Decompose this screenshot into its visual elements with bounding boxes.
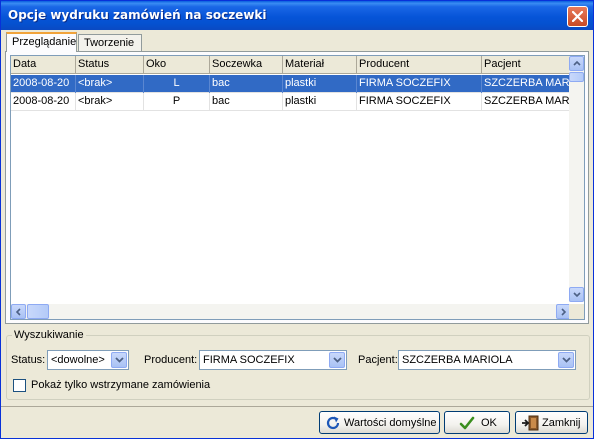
- cell-oko: P: [144, 93, 210, 111]
- producer-select-value: FIRMA SOCZEFIX: [203, 354, 295, 366]
- table-row[interactable]: 2008-08-20 <brak> L bac plastki FIRMA SO…: [11, 75, 571, 93]
- status-select[interactable]: <dowolne>: [47, 350, 129, 370]
- scroll-left-button[interactable]: [11, 304, 26, 319]
- column-header-oko[interactable]: Oko: [144, 56, 210, 74]
- close-button-label: Zamknij: [542, 417, 581, 429]
- column-header-pacjent[interactable]: Pacjent: [482, 56, 571, 74]
- vertical-scroll-thumb[interactable]: [569, 72, 584, 82]
- close-button[interactable]: Zamknij: [515, 411, 588, 434]
- grid-header: Data Status Oko Soczewka Materiał Produc…: [11, 56, 571, 74]
- tab-panel-przegladanie: Data Status Oko Soczewka Materiał Produc…: [5, 51, 589, 324]
- chevron-down-icon: [562, 357, 571, 363]
- search-group-label: Wyszukiwanie: [12, 329, 86, 341]
- scroll-down-button[interactable]: [569, 287, 584, 302]
- cell-producent: FIRMA SOCZEFIX: [357, 93, 482, 111]
- chevron-left-icon: [15, 308, 21, 316]
- scroll-up-button[interactable]: [569, 56, 584, 71]
- ok-button-label: OK: [481, 417, 497, 429]
- horizontal-scroll-thumb[interactable]: [27, 304, 49, 319]
- column-header-data[interactable]: Data: [11, 56, 76, 74]
- producer-dropdown-button[interactable]: [329, 352, 345, 368]
- scrollbar-corner: [569, 304, 584, 319]
- cell-status: <brak>: [76, 75, 144, 93]
- cell-soczewka: bac: [210, 93, 283, 111]
- cell-material: plastki: [283, 93, 357, 111]
- chevron-up-icon: [573, 60, 581, 66]
- cell-data: 2008-08-20: [11, 75, 76, 93]
- column-header-material[interactable]: Materiał: [283, 56, 357, 74]
- chevron-down-icon: [115, 357, 124, 363]
- cell-data: 2008-08-20: [11, 93, 76, 111]
- status-label: Status:: [11, 354, 46, 366]
- status-select-value: <dowolne>: [51, 354, 105, 366]
- search-group: Wyszukiwanie Status: <dowolne> Producent…: [6, 329, 590, 400]
- suspended-only-label[interactable]: Pokaż tylko wstrzymane zamówienia: [31, 379, 210, 391]
- table-row[interactable]: 2008-08-20 <brak> P bac plastki FIRMA SO…: [11, 93, 571, 111]
- patient-select-value: SZCZERBA MARIOLA: [402, 354, 513, 366]
- orders-grid[interactable]: Data Status Oko Soczewka Materiał Produc…: [10, 55, 585, 320]
- column-header-producent[interactable]: Producent: [357, 56, 482, 74]
- cell-status: <brak>: [76, 93, 144, 111]
- defaults-button-label: Wartości domyślne: [344, 417, 437, 429]
- title-bar[interactable]: Opcje wydruku zamówień na soczewki: [1, 1, 593, 30]
- cell-pacjent: SZCZERBA MARIOLA: [484, 77, 571, 89]
- exit-door-icon: [522, 415, 539, 431]
- tab-label: Przeglądanie: [12, 36, 77, 48]
- suspended-only-checkbox[interactable]: [13, 379, 26, 392]
- checkmark-icon: [459, 416, 475, 430]
- close-window-button[interactable]: [567, 6, 588, 27]
- cell-producent: FIRMA SOCZEFIX: [357, 75, 482, 93]
- tab-tworzenie[interactable]: Tworzenie: [78, 34, 142, 51]
- dialog-window: Opcje wydruku zamówień na soczewki Przeg…: [0, 0, 594, 439]
- column-header-status[interactable]: Status: [76, 56, 144, 74]
- close-icon: [572, 11, 583, 22]
- defaults-button[interactable]: Wartości domyślne: [319, 411, 440, 434]
- window-title: Opcje wydruku zamówień na soczewki: [8, 8, 267, 22]
- status-dropdown-button[interactable]: [111, 352, 127, 368]
- horizontal-scrollbar[interactable]: [11, 304, 571, 319]
- cell-oko: L: [144, 75, 210, 93]
- producer-label: Producent:: [144, 354, 198, 366]
- cell-material: plastki: [283, 75, 357, 93]
- chevron-down-icon: [333, 357, 342, 363]
- column-header-soczewka[interactable]: Soczewka: [210, 56, 283, 74]
- refresh-icon: [326, 416, 340, 430]
- patient-label: Pacjent:: [358, 354, 398, 366]
- chevron-down-icon: [573, 292, 581, 298]
- patient-select[interactable]: SZCZERBA MARIOLA: [398, 350, 576, 370]
- cell-soczewka: bac: [210, 75, 283, 93]
- cell-pacjent: SZCZERBA MARIOLA: [484, 95, 571, 107]
- patient-dropdown-button[interactable]: [558, 352, 574, 368]
- chevron-right-icon: [561, 308, 567, 316]
- bottom-separator: [1, 406, 593, 407]
- producer-select[interactable]: FIRMA SOCZEFIX: [199, 350, 347, 370]
- tab-label: Tworzenie: [84, 37, 135, 49]
- tab-przegladanie[interactable]: Przeglądanie: [6, 32, 77, 52]
- vertical-scrollbar[interactable]: [569, 56, 584, 302]
- ok-button[interactable]: OK: [444, 411, 510, 434]
